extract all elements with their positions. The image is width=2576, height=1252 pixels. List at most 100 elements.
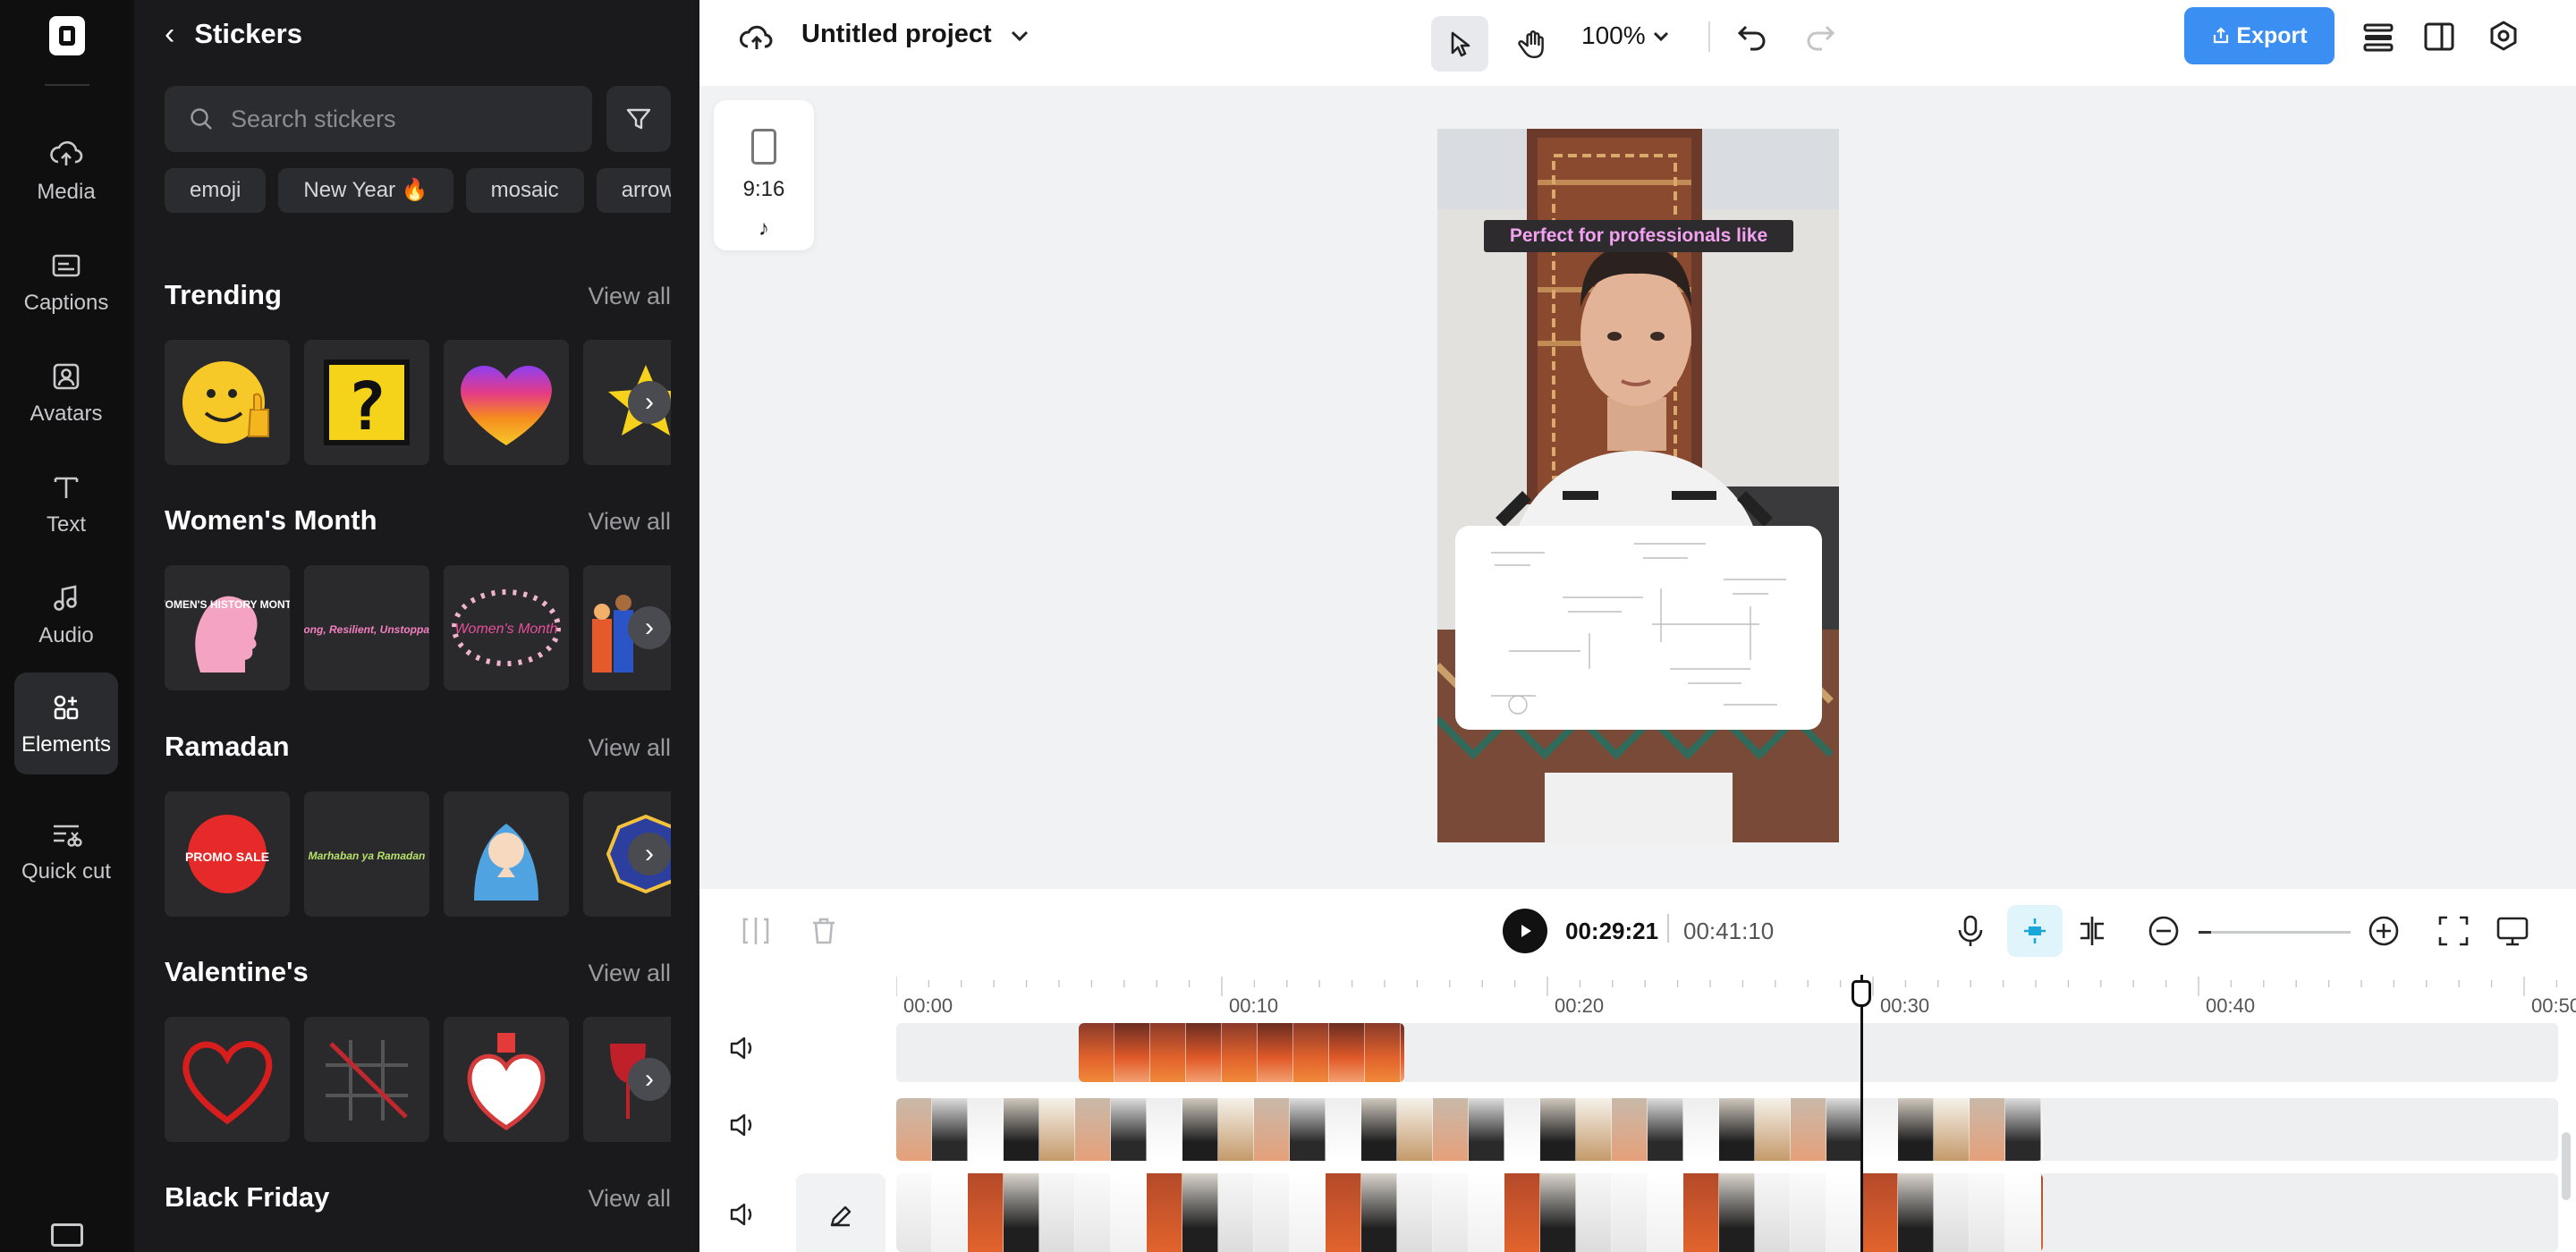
chevron-down-icon[interactable] — [1007, 23, 1032, 48]
video-preview[interactable]: Perfect for professionals like — [1437, 129, 1839, 842]
keyboard-icon[interactable] — [51, 1223, 83, 1247]
split-icon[interactable] — [737, 912, 775, 950]
clip-frame — [1683, 1173, 1719, 1252]
select-tool-button[interactable] — [1431, 16, 1488, 72]
play-button[interactable] — [1503, 909, 1547, 953]
view-all-link[interactable]: View all — [588, 508, 671, 536]
redo-icon[interactable] — [1801, 18, 1839, 55]
caption-overlay[interactable]: Perfect for professionals like — [1484, 220, 1793, 252]
playhead-handle[interactable] — [1852, 980, 1871, 1007]
chip-mosaic[interactable]: mosaic — [465, 168, 584, 213]
time-ruler[interactable]: 00:00 00:10 00:20 00:30 00:40 00:50 — [895, 975, 2576, 1017]
rail-item-media[interactable]: Media — [14, 120, 118, 222]
sticker-womens-month[interactable]: Women's Month — [444, 565, 569, 690]
tick-label: 00:10 — [1229, 994, 1279, 1017]
microphone-icon[interactable] — [1952, 912, 1989, 950]
clip-frame — [1970, 1173, 2005, 1252]
aspect-ratio-card[interactable]: 9:16 ♪ — [714, 100, 814, 250]
sticker-tic-tac-toe[interactable] — [304, 1017, 429, 1142]
chip-emoji[interactable]: emoji — [165, 168, 267, 213]
sticker-marhaban-ramadan[interactable]: Marhaban ya Ramadan — [304, 791, 429, 917]
rail-item-quick-cut[interactable]: Quick cut — [14, 792, 118, 909]
text-sticker-icon: Strong, Resilient, Unstoppable — [304, 623, 429, 636]
clip-frame — [1111, 1173, 1147, 1252]
playhead[interactable] — [1860, 975, 1863, 1252]
zoom-out-icon[interactable] — [2145, 912, 2182, 950]
clip-frame — [1433, 1173, 1469, 1252]
clip-frame — [1111, 1098, 1147, 1161]
split-clip-icon[interactable] — [2073, 912, 2111, 950]
view-all-link[interactable]: View all — [588, 960, 671, 987]
whiteboard-overlay[interactable] — [1455, 526, 1822, 730]
fit-screen-icon[interactable] — [2435, 912, 2472, 950]
filter-button[interactable] — [606, 86, 671, 152]
sticker-strong-resilient[interactable]: Strong, Resilient, Unstoppable — [304, 565, 429, 690]
clip-frame — [1254, 1098, 1290, 1161]
layers-icon[interactable] — [2360, 18, 2397, 55]
tic-tac-toe-icon — [326, 1040, 408, 1121]
sticker-rainbow-heart[interactable] — [444, 340, 569, 465]
chevron-right-icon[interactable]: › — [628, 833, 671, 876]
thumbs-up-emoji-icon — [182, 361, 269, 444]
chevron-right-icon[interactable]: › — [628, 1058, 671, 1101]
volume-icon[interactable] — [726, 1198, 758, 1231]
sticker-scribble-heart[interactable] — [165, 1017, 290, 1142]
chip-new-year[interactable]: New Year 🔥 — [278, 168, 453, 213]
heart-outline-icon — [182, 1041, 273, 1125]
sticker-praying-girl[interactable] — [444, 791, 569, 917]
vertical-scrollbar[interactable] — [2562, 1132, 2571, 1200]
sticker-question-block[interactable]: ? — [304, 340, 429, 465]
clip-frame — [1576, 1098, 1612, 1161]
clip-frame — [1039, 1098, 1075, 1161]
clip-frame — [1540, 1098, 1576, 1161]
preview-monitor-icon[interactable] — [2494, 912, 2531, 950]
undo-icon[interactable] — [1733, 18, 1771, 55]
total-time: 00:41:10 — [1683, 918, 1775, 944]
video-clip[interactable] — [896, 1098, 2043, 1161]
project-title[interactable]: Untitled project — [801, 20, 992, 49]
volume-icon[interactable] — [726, 1032, 758, 1064]
zoom-in-icon[interactable] — [2365, 912, 2402, 950]
rail-item-elements[interactable]: Elements — [14, 673, 118, 774]
search-input[interactable] — [231, 105, 571, 133]
chevron-down-icon[interactable] — [1649, 25, 1673, 48]
cloud-save-icon[interactable] — [737, 20, 776, 55]
woman-profile-icon: WOMEN'S HISTORY MONTH — [165, 596, 290, 673]
clip-frame — [1898, 1173, 1934, 1252]
sticker-womens-history-month[interactable]: WOMEN'S HISTORY MONTH — [165, 565, 290, 690]
view-all-link[interactable]: View all — [588, 283, 671, 310]
rail-item-avatars[interactable]: Avatars — [14, 342, 118, 444]
clip-frame — [1862, 1173, 1898, 1252]
auto-snap-button[interactable] — [2007, 905, 2063, 957]
sticker-thumbs-up-emoji[interactable] — [165, 340, 290, 465]
view-all-link[interactable]: View all — [588, 1185, 671, 1213]
sticker-love-potion[interactable] — [444, 1017, 569, 1142]
sticker-promo-sale[interactable]: PROMO SALE — [165, 791, 290, 917]
video-clip[interactable] — [896, 1173, 2043, 1252]
text-sticker-icon: Marhaban ya Ramadan — [309, 850, 426, 862]
chip-arrow[interactable]: arrow — [596, 168, 671, 213]
settings-gear-icon[interactable] — [2485, 18, 2522, 55]
timeline-zoom-slider[interactable] — [2199, 931, 2351, 934]
video-clip[interactable] — [1079, 1023, 1404, 1082]
chevron-right-icon[interactable]: › — [628, 381, 671, 424]
app-logo[interactable] — [49, 16, 85, 55]
time-divider — [1667, 914, 1669, 943]
volume-icon[interactable] — [726, 1109, 758, 1141]
chevron-right-icon[interactable]: › — [628, 606, 671, 649]
export-button[interactable]: Export — [2184, 7, 2334, 64]
back-arrow-icon[interactable]: ‹ — [165, 17, 174, 52]
rail-item-captions[interactable]: Captions — [14, 231, 118, 333]
rail-item-text[interactable]: Text — [14, 453, 118, 554]
panel-layout-icon[interactable] — [2420, 18, 2458, 55]
search-box[interactable] — [165, 86, 592, 152]
clip-frame — [1934, 1173, 1970, 1252]
view-all-link[interactable]: View all — [588, 734, 671, 762]
zoom-level[interactable]: 100% — [1581, 21, 1646, 50]
clip-frame — [932, 1098, 968, 1161]
rail-item-audio[interactable]: Audio — [14, 563, 118, 665]
trash-icon[interactable] — [805, 912, 843, 950]
edit-track-button[interactable] — [796, 1173, 886, 1252]
hand-tool-button[interactable] — [1504, 16, 1562, 72]
sticker-row: PROMO SALE Marhaban ya Ramadan › — [165, 791, 671, 917]
